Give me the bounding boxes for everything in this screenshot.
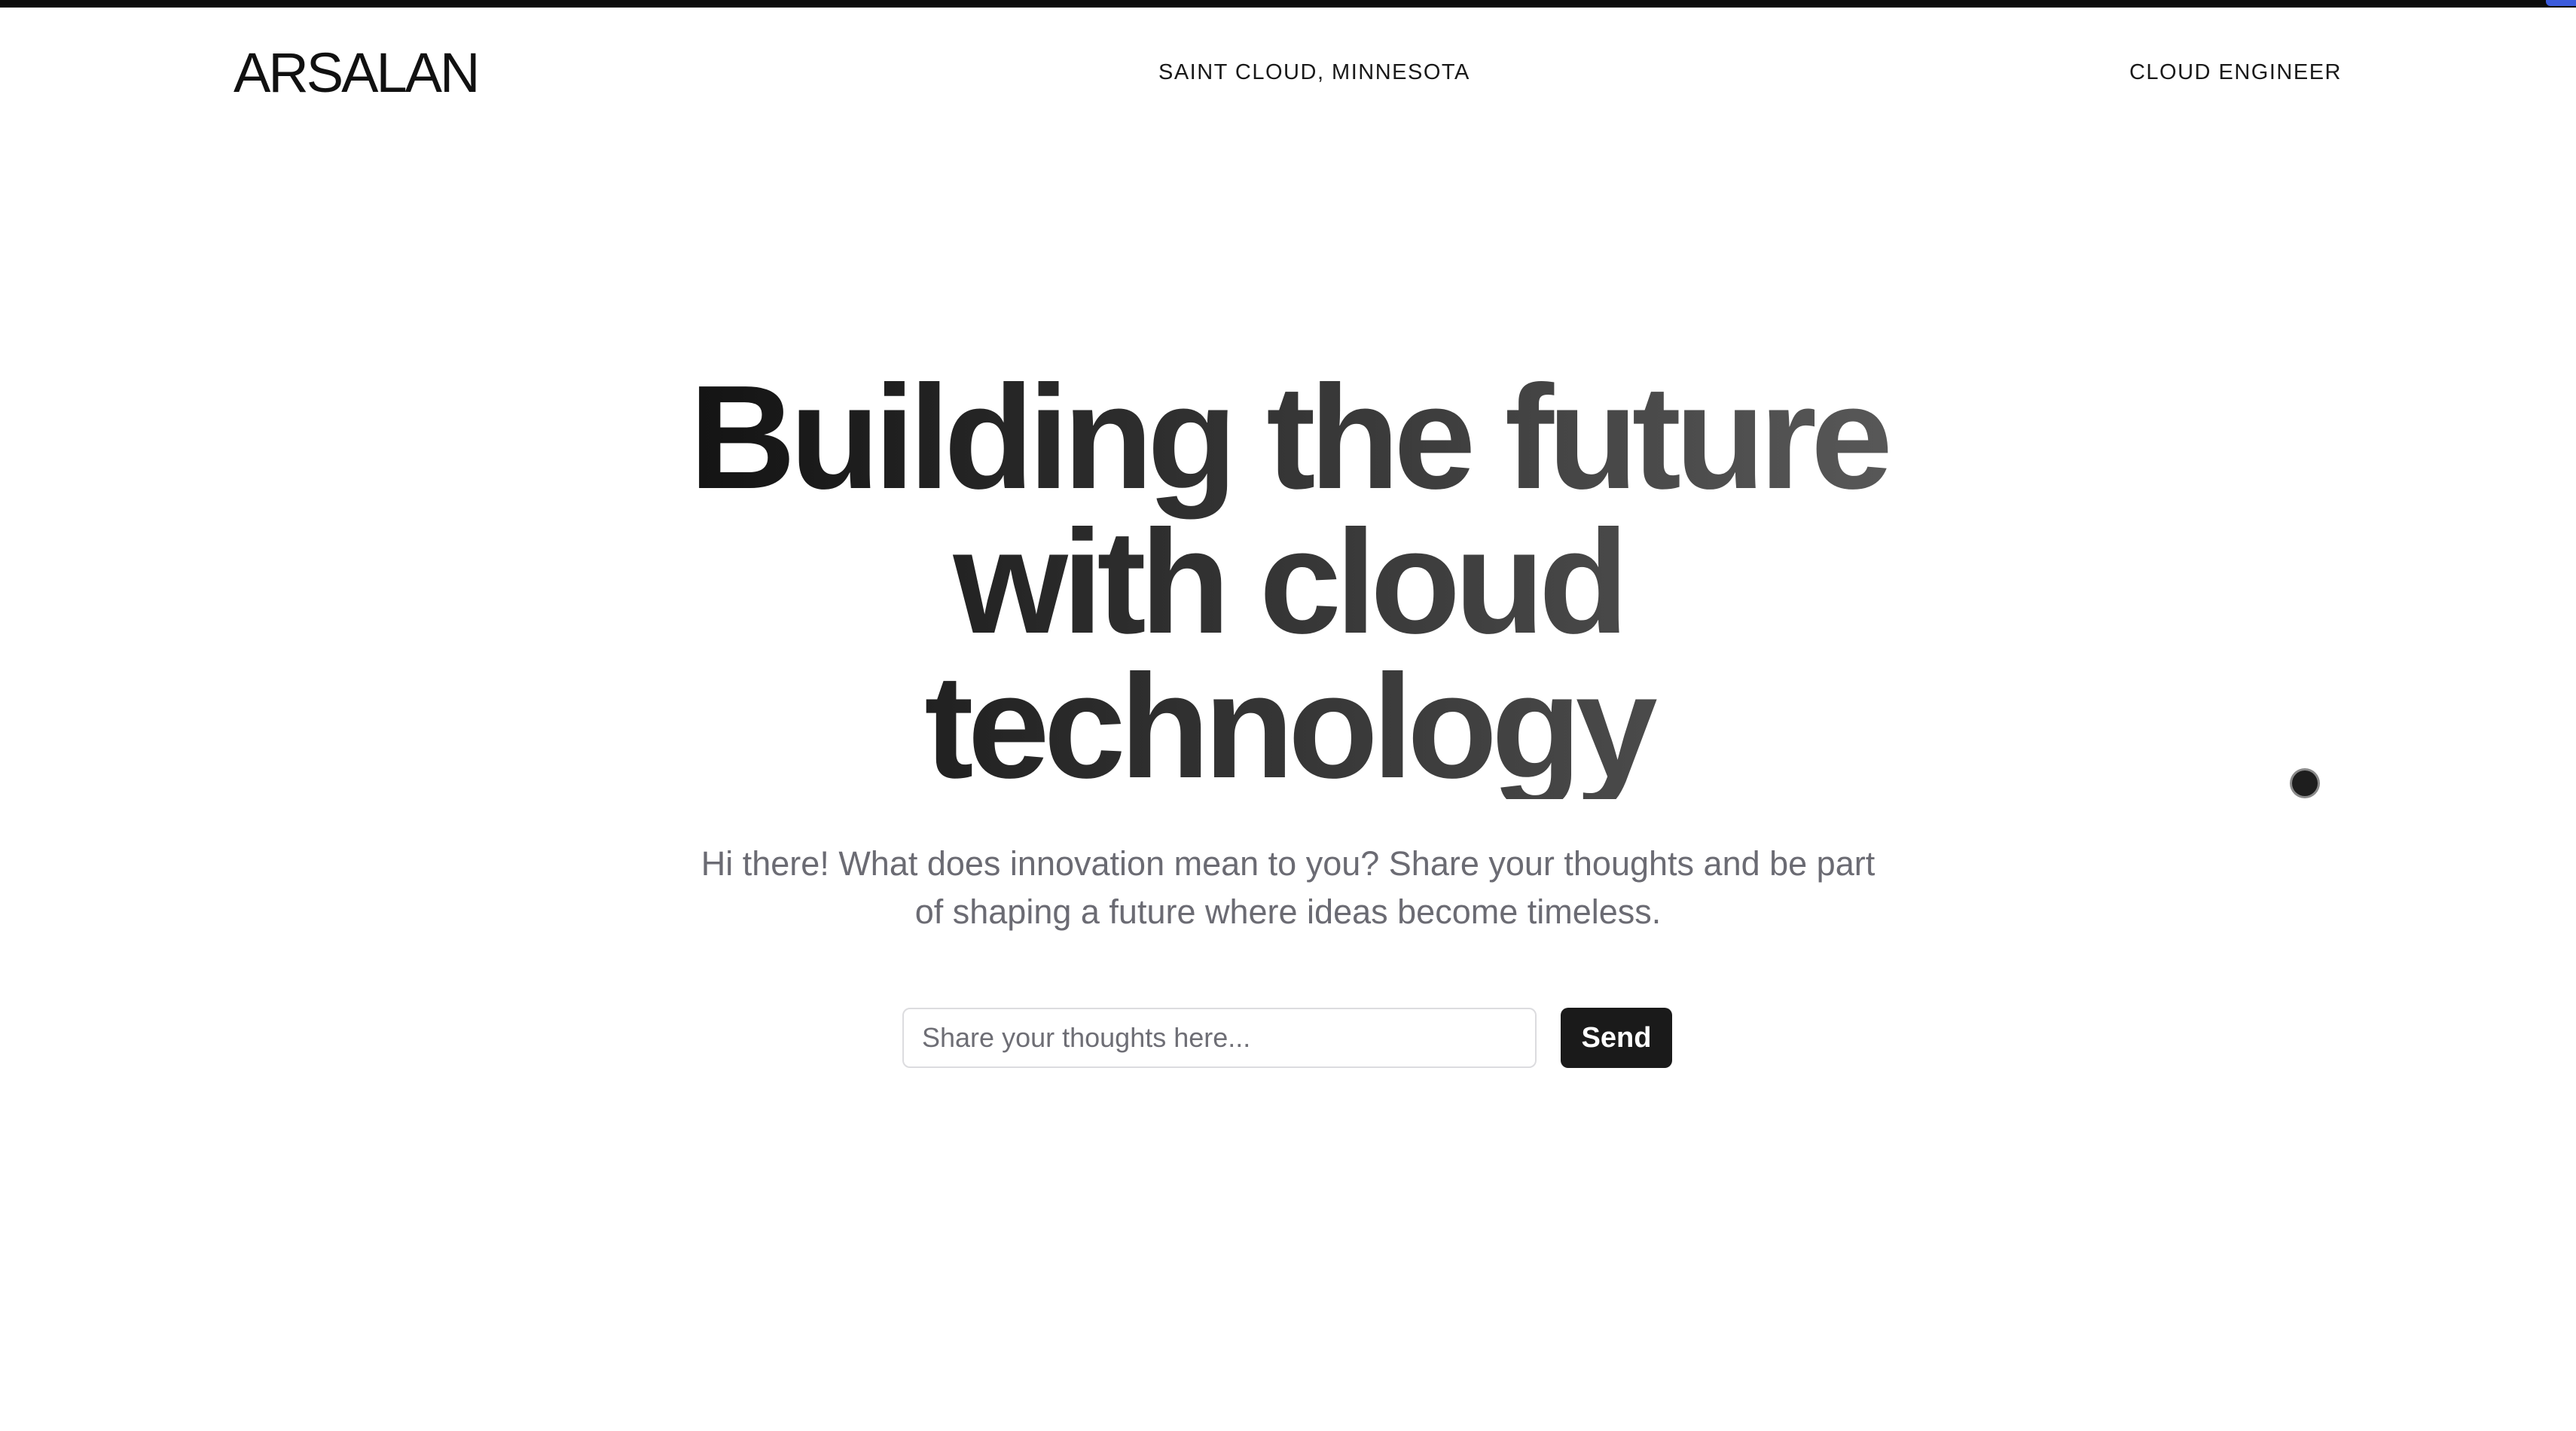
hero-subtitle: Hi there! What does innovation mean to y… bbox=[700, 844, 1876, 931]
cursor-dot-icon bbox=[2292, 770, 2318, 796]
page: ARSALAN SAINT CLOUD, MINNESOTA CLOUD ENG… bbox=[0, 0, 2576, 1431]
hero-title-line-2: with cloud bbox=[953, 499, 1623, 664]
top-bar bbox=[0, 0, 2576, 8]
hero-title-line-1: Building the future bbox=[689, 355, 1887, 520]
hero-title-line-3: technology bbox=[924, 644, 1652, 809]
location-label: SAINT CLOUD, MINNESOTA bbox=[1158, 60, 1470, 84]
brand-logo[interactable]: ARSALAN bbox=[233, 45, 480, 101]
corner-indicator bbox=[2546, 0, 2576, 6]
role-label: CLOUD ENGINEER bbox=[2129, 60, 2342, 84]
site-header: ARSALAN SAINT CLOUD, MINNESOTA CLOUD ENG… bbox=[0, 8, 2576, 143]
thoughts-input[interactable] bbox=[902, 1008, 1537, 1068]
send-button[interactable]: Send bbox=[1561, 1008, 1672, 1068]
hero-title: Building the future with cloud technolog… bbox=[610, 365, 1966, 799]
